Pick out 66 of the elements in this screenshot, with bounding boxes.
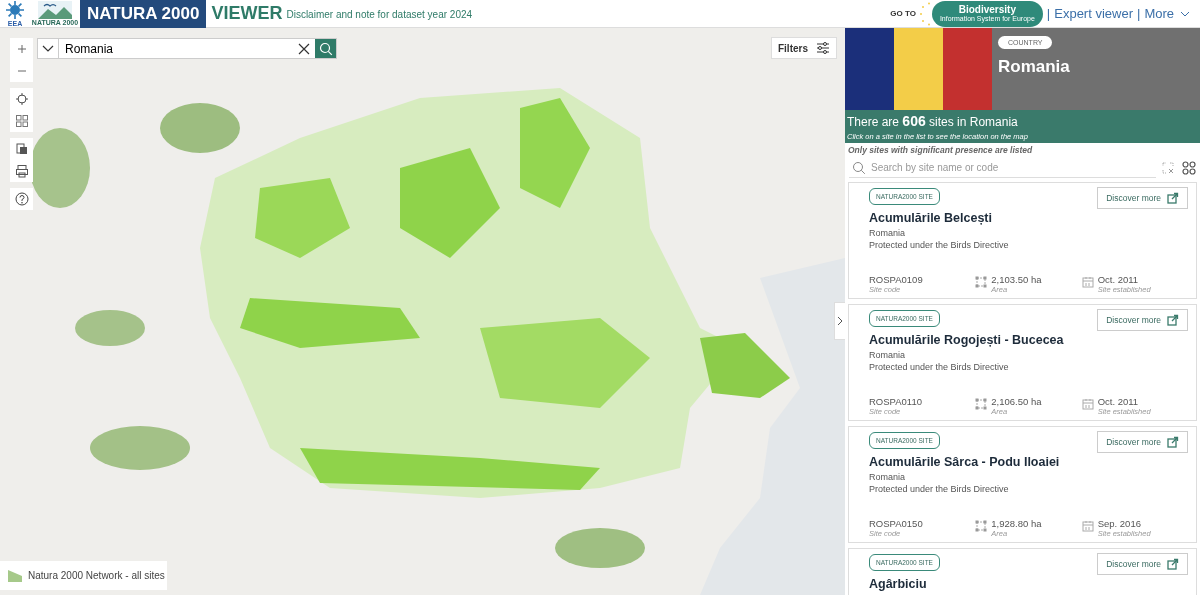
site-code-value: ROSPA0110 (869, 396, 922, 407)
search-bar[interactable]: Romania (37, 38, 337, 59)
site-code-value: ROSPA0109 (869, 274, 923, 285)
nav-link[interactable]: Expert viewer (1054, 6, 1133, 21)
site-established-value: Oct. 2011 (1097, 274, 1140, 285)
site-established-value: Oct. 2011 (1097, 396, 1140, 407)
site-country: Romania (869, 472, 907, 482)
site-country: Romania (869, 228, 907, 238)
site-name: Acumulările Sârca - Podu Iloaiei (869, 455, 1061, 470)
site-area-value: 2,106.50 ha (991, 396, 1042, 407)
site-code-value: ROSPA0150 (869, 518, 923, 529)
nav-separator: | (1046, 6, 1051, 21)
site-area-value: 1,928.80 ha (991, 518, 1042, 529)
discover-more-button[interactable]: Discover more (1097, 309, 1188, 331)
site-name: Agârbiciu (869, 577, 928, 592)
calendar-icon (1081, 398, 1094, 410)
site-country: Romania (869, 350, 907, 360)
site-name: Acumulările Rogojești - Bucecea (869, 333, 1065, 348)
note-text: Only sites with significant presence are listed (847, 144, 1034, 157)
legend-label: Natura 2000 Network - all sites (28, 570, 165, 581)
app-subtitle: VIEWER (211, 3, 283, 24)
calendar-icon (1081, 520, 1094, 532)
grid-button[interactable] (10, 110, 33, 132)
site-name: Acumulările Belcești (869, 211, 993, 226)
site-protection: Protected under the Birds Directive (869, 362, 1010, 372)
search-icon (318, 41, 333, 56)
site-protection: Protected under the Birds Directive (869, 240, 1010, 250)
external-link-icon (1167, 192, 1179, 204)
locate-button[interactable] (10, 88, 33, 110)
layers-icon (14, 142, 29, 156)
chevron-right-icon (837, 316, 843, 326)
disclaimer-link[interactable]: Disclaimer and note for dataset year 2024 (286, 9, 473, 20)
locate-icon (14, 92, 29, 106)
country-name: Romania (998, 57, 1070, 77)
external-link-icon (1167, 558, 1179, 570)
search-button[interactable] (315, 39, 336, 58)
discover-more-button[interactable]: Discover more (1097, 431, 1188, 453)
print-button[interactable] (10, 160, 33, 182)
site-count-text: There are 606 sites in Romania (847, 113, 1019, 129)
legend-swatch-icon (8, 569, 22, 582)
site-search-field[interactable]: Search by site name or code (849, 158, 1156, 178)
app-title: NATURA 2000 (80, 0, 207, 28)
grid-icon (14, 114, 29, 128)
search-icon (852, 161, 865, 174)
external-link-icon (1167, 314, 1179, 326)
goto-label: GO TO (890, 9, 916, 18)
print-icon (14, 164, 29, 178)
caret-icon (1180, 10, 1190, 17)
view-toggle-button[interactable] (1180, 161, 1198, 175)
discover-more-button[interactable]: Discover more (1097, 187, 1188, 209)
discover-more-button[interactable]: Discover more (1097, 553, 1188, 575)
grid-icon (1182, 161, 1196, 175)
nav-separator: | (1137, 6, 1141, 21)
sliders-icon (816, 41, 830, 55)
help-icon (14, 192, 29, 206)
chevron-down-icon (42, 45, 54, 52)
site-area-value: 2,103.50 ha (991, 274, 1042, 285)
layers-button[interactable] (10, 138, 33, 160)
external-link-icon (1167, 436, 1179, 448)
close-icon (298, 42, 310, 55)
nav-menu[interactable]: More (1144, 6, 1190, 21)
filters-button[interactable]: Filters (771, 37, 837, 59)
site-established-value: Sep. 2016 (1097, 518, 1142, 529)
site-protection: Protected under the Birds Directive (869, 484, 1010, 494)
help-button[interactable] (10, 188, 33, 210)
calendar-icon (1081, 276, 1094, 288)
